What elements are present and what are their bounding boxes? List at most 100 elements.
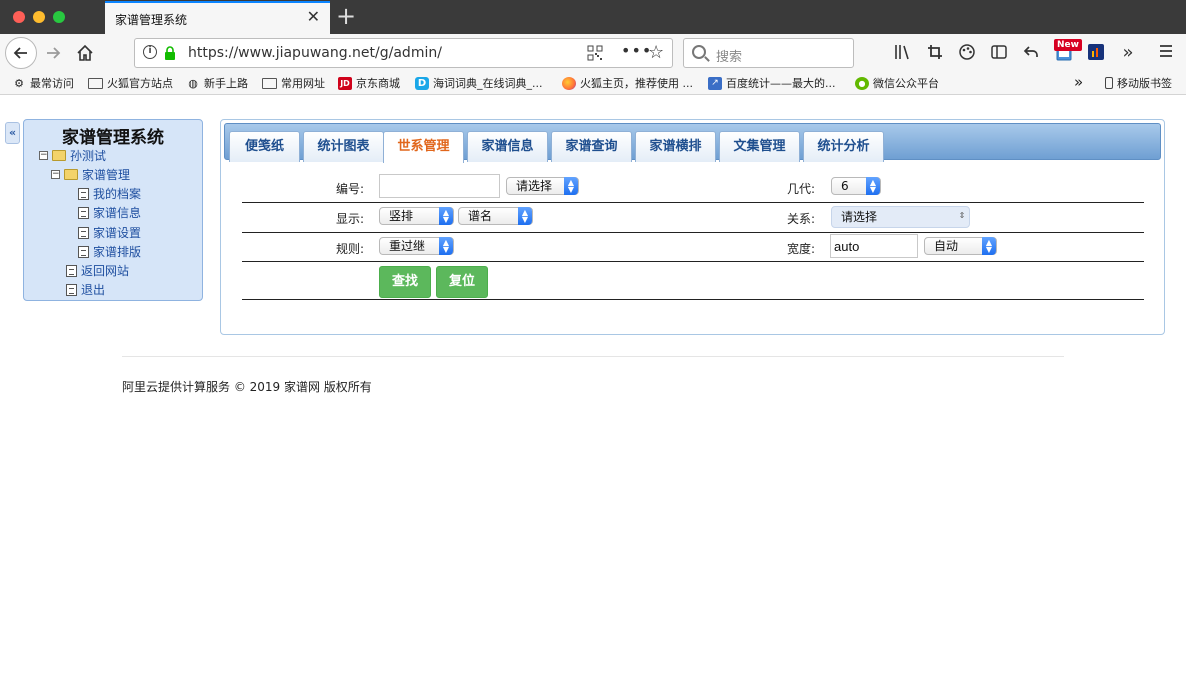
wechat-icon: ●: [855, 76, 869, 90]
width-label: 宽度:: [787, 242, 816, 256]
bookmarks-overflow-icon[interactable]: »: [1074, 73, 1083, 91]
undo-close-tab-icon[interactable]: [1022, 44, 1040, 62]
select-arrows-icon: ▲ ▼: [518, 207, 532, 225]
bookmark-folder[interactable]: 常用网址: [262, 75, 325, 91]
tab-statistics[interactable]: 统计分析: [803, 131, 884, 162]
bookmark-item[interactable]: 火狐主页，推荐使用 ...: [562, 75, 693, 91]
mobile-bookmarks[interactable]: 移动版书签: [1105, 75, 1172, 91]
globe-icon: ◍: [188, 76, 198, 90]
tab-genealogy-info[interactable]: 家谱信息: [467, 131, 548, 162]
id-select[interactable]: 请选择 ▲ ▼: [506, 177, 579, 195]
jd-icon: JD: [338, 76, 352, 90]
collapse-toggle-icon[interactable]: −: [51, 170, 60, 179]
select-arrows-icon: ⇕: [958, 211, 966, 220]
sidebar-item-genealogy-layout[interactable]: 家谱排版: [78, 243, 141, 260]
tree-group[interactable]: − 家谱管理: [51, 166, 130, 183]
minimize-window-icon[interactable]: [33, 11, 45, 23]
reset-button[interactable]: 复位: [436, 266, 488, 298]
display-mode-select[interactable]: 竖排 ▲ ▼: [379, 207, 454, 225]
sidebar-item-label[interactable]: 家谱设置: [93, 224, 141, 241]
relation-select[interactable]: 请选择 ⇕: [831, 206, 970, 228]
palette-icon[interactable]: [958, 44, 976, 62]
generation-select[interactable]: 6 ▲ ▼: [831, 177, 881, 195]
forward-button[interactable]: [38, 38, 68, 68]
width-mode-select[interactable]: 自动 ▲ ▼: [924, 237, 997, 255]
close-window-icon[interactable]: [13, 11, 25, 23]
tab-notes[interactable]: 便笺纸: [229, 131, 300, 162]
lock-icon: [165, 46, 175, 60]
sidebar-item-logout[interactable]: 退出: [66, 281, 105, 298]
qr-code-icon[interactable]: [587, 45, 603, 61]
collapse-toggle-icon[interactable]: −: [39, 151, 48, 160]
sidebar-item-label[interactable]: 退出: [81, 281, 105, 298]
tree-group-label[interactable]: 家谱管理: [82, 166, 130, 183]
search-button[interactable]: 查找: [379, 266, 431, 298]
back-button[interactable]: [5, 37, 37, 69]
row-divider: [242, 299, 1144, 300]
sidebar-toggle-icon[interactable]: [990, 44, 1008, 62]
toolbar-overflow-icon[interactable]: »: [1119, 44, 1137, 62]
sidebar-item-label[interactable]: 返回网站: [81, 262, 129, 279]
tab-close-icon[interactable]: ✕: [307, 8, 320, 26]
site-info-icon[interactable]: i: [143, 45, 157, 59]
baidu-stats-extension-icon[interactable]: [1087, 44, 1105, 62]
tab-genealogy-query[interactable]: 家谱查询: [551, 131, 632, 162]
sidebar-item-genealogy-info[interactable]: 家谱信息: [78, 204, 141, 221]
module-tab-bar: 便笺纸 统计图表 世系管理 家谱信息 家谱查询 家谱横排 文集管理 统计分析: [224, 123, 1161, 163]
gear-icon: ⚙: [14, 76, 24, 90]
sidebar-item-label[interactable]: 家谱排版: [93, 243, 141, 260]
bookmark-item[interactable]: D 海词词典_在线词典_...: [415, 75, 543, 91]
bookmark-item[interactable]: ● 微信公众平台: [855, 75, 939, 91]
rule-select-value: 重过继: [389, 239, 426, 253]
bookmark-star-icon[interactable]: ☆: [648, 42, 664, 63]
haici-icon: D: [415, 76, 429, 90]
search-bar[interactable]: 搜索: [683, 38, 854, 68]
browser-tab[interactable]: 家谱管理系统 ✕: [105, 1, 330, 34]
row-divider: [242, 202, 1144, 203]
display-label: 显示:: [336, 212, 365, 226]
url-bar[interactable]: i https://www.jiapuwang.net/g/admin/ •••…: [134, 38, 673, 68]
tab-horizontal-layout[interactable]: 家谱横排: [635, 131, 716, 162]
sidebar-collapse-button[interactable]: «: [5, 122, 20, 144]
sidebar-item-back-to-site[interactable]: 返回网站: [66, 262, 129, 279]
select-arrows-icon: ▲ ▼: [982, 237, 996, 255]
crop-screenshot-icon[interactable]: [926, 44, 944, 62]
bookmark-item[interactable]: ◍ 新手上路: [186, 75, 248, 91]
display-name-select[interactable]: 谱名 ▲ ▼: [458, 207, 533, 225]
zoom-window-icon[interactable]: [53, 11, 65, 23]
home-button[interactable]: [70, 38, 100, 68]
tab-lineage-management[interactable]: 世系管理: [383, 131, 464, 163]
bookmark-item[interactable]: JD 京东商城: [338, 75, 400, 91]
relation-select-value: 请选择: [841, 210, 878, 224]
sidebar-item-label[interactable]: 我的档案: [93, 185, 141, 202]
bookmark-item[interactable]: ⚙ 最常访问: [12, 75, 74, 91]
tree-root-label[interactable]: 孙测试: [70, 147, 106, 164]
footer-divider: [122, 356, 1064, 357]
sidebar-title: 家谱管理系统: [62, 128, 164, 148]
tab-collections[interactable]: 文集管理: [719, 131, 800, 162]
library-icon[interactable]: [894, 44, 912, 62]
sidebar-item-my-profile[interactable]: 我的档案: [78, 185, 141, 202]
search-placeholder: 搜索: [716, 50, 743, 65]
rule-select[interactable]: 重过继 ▲ ▼: [379, 237, 454, 255]
id-input[interactable]: [379, 174, 500, 198]
relation-label: 关系:: [787, 212, 816, 226]
bookmark-label: 微信公众平台: [873, 77, 939, 90]
page-icon: [78, 206, 89, 219]
row-divider: [242, 232, 1144, 233]
width-input[interactable]: [830, 234, 918, 258]
folder-icon: [88, 77, 103, 89]
bookmark-label: 海词词典_在线词典_...: [433, 77, 543, 90]
new-tab-icon[interactable]: +: [336, 2, 356, 30]
sidebar-item-label[interactable]: 家谱信息: [93, 204, 141, 221]
bookmark-folder[interactable]: 火狐官方站点: [88, 75, 173, 91]
mobile-bookmarks-label: 移动版书签: [1117, 77, 1172, 90]
tree-root[interactable]: − 孙测试: [39, 147, 106, 164]
bookmark-item[interactable]: ↗ 百度统计——最大的...: [708, 75, 836, 91]
hamburger-menu-icon[interactable]: [1157, 44, 1175, 62]
tab-charts[interactable]: 统计图表: [303, 131, 384, 162]
url-text[interactable]: https://www.jiapuwang.net/g/admin/: [188, 45, 442, 61]
select-arrows-icon: ▲ ▼: [564, 177, 578, 195]
page-icon: [66, 283, 77, 296]
sidebar-item-genealogy-settings[interactable]: 家谱设置: [78, 224, 141, 241]
